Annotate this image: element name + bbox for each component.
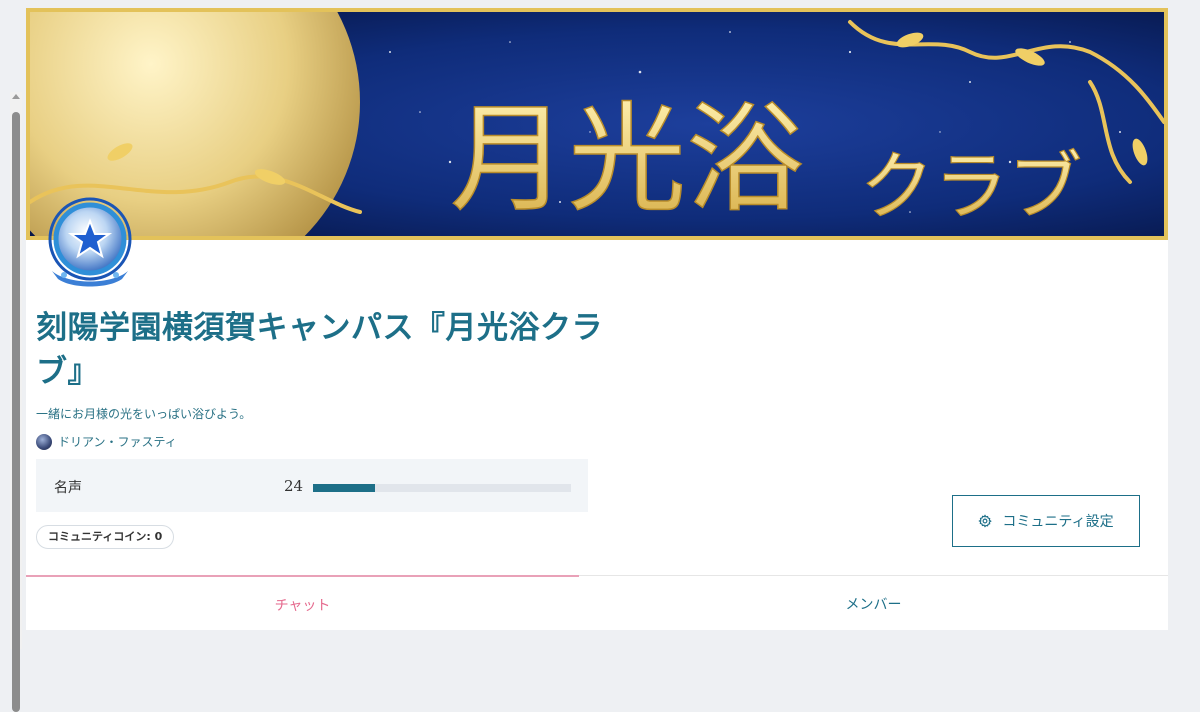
page-scrollbar[interactable] xyxy=(10,92,22,712)
banner-title-kanji: 月光浴 xyxy=(450,90,804,228)
community-tabs: チャット メンバー xyxy=(26,575,1168,631)
tab-chat[interactable]: チャット xyxy=(26,575,579,632)
fame-value: 24 xyxy=(284,477,304,495)
banner-title-kana: クラブ xyxy=(860,144,1082,230)
fame-label: 名声 xyxy=(54,480,82,496)
tab-members[interactable]: メンバー xyxy=(579,576,1168,631)
fame-progress-bar xyxy=(313,484,571,492)
community-description: 一緒にお月様の光をいっぱい浴びよう。 xyxy=(36,407,252,421)
owner-name: ドリアン・ファスティ xyxy=(58,435,177,449)
fame-panel: 名声 24 xyxy=(36,459,588,512)
community-title: 刻陽学園横須賀キャンパス『月光浴クラブ』 xyxy=(36,310,603,390)
community-settings-label: コミュニティ設定 xyxy=(1002,514,1114,530)
community-banner: 月光浴 クラブ xyxy=(26,8,1168,240)
gear-icon xyxy=(978,514,993,528)
owner-link[interactable]: ドリアン・ファスティ xyxy=(36,433,177,450)
community-coin-badge: コミュニティコイン: 0 xyxy=(36,525,175,549)
community-settings-button[interactable]: コミュニティ設定 xyxy=(952,495,1140,547)
community-avatar xyxy=(38,193,142,297)
fame-progress-fill xyxy=(313,484,375,492)
owner-avatar xyxy=(36,433,52,450)
community-card: 月光浴 クラブ 刻陽学園横須賀キャンパス『月光浴クラブ』 一緒にお月様の光をいっ… xyxy=(26,8,1168,630)
scroll-up-icon[interactable] xyxy=(12,94,20,99)
scroll-thumb[interactable] xyxy=(12,112,20,712)
